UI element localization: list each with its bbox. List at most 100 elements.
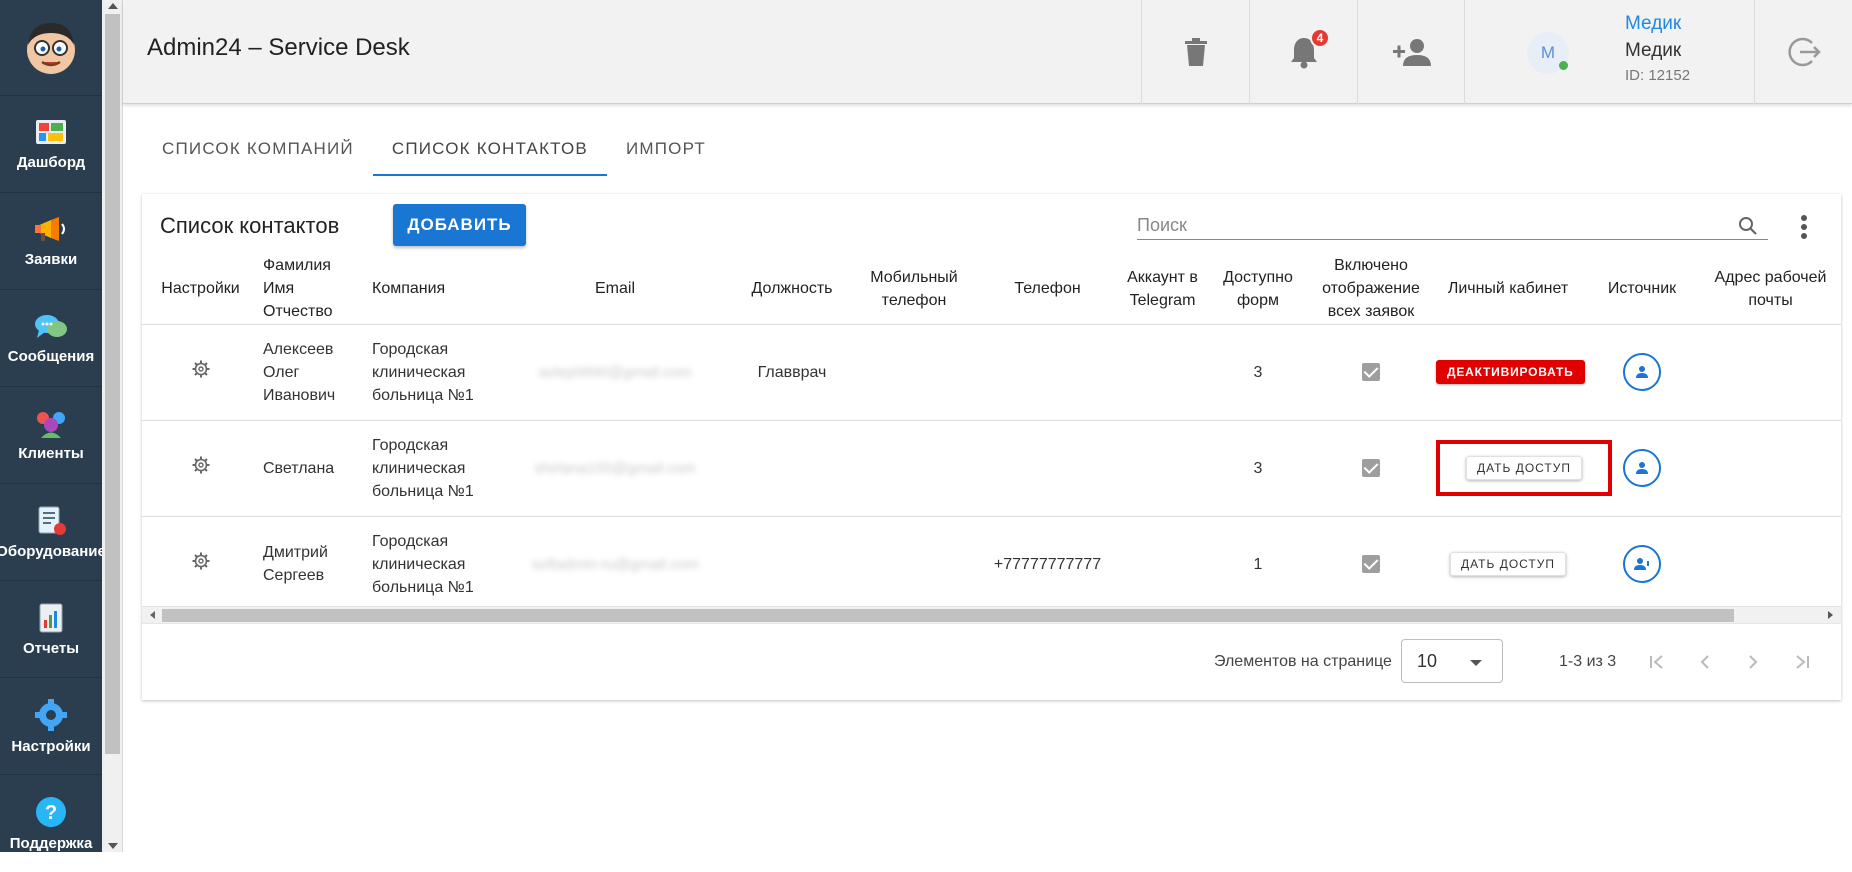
scroll-left-arrow-icon[interactable] <box>150 611 155 619</box>
row-settings-gear-icon[interactable] <box>192 456 210 474</box>
show-all-checkbox[interactable] <box>1362 555 1380 574</box>
clients-icon <box>37 411 65 438</box>
next-page-button[interactable] <box>1739 648 1767 676</box>
horizontal-scroll-thumb[interactable] <box>162 609 1734 622</box>
grant-access-button[interactable]: ДАТЬ ДОСТУП <box>1465 456 1583 480</box>
scroll-down-arrow-icon[interactable] <box>108 843 118 849</box>
scrollbar-thumb[interactable] <box>105 14 120 754</box>
trash-button[interactable] <box>1141 0 1249 104</box>
contact-name: Алексеев Олег Иванович <box>259 324 368 421</box>
notifications-button[interactable]: 4 <box>1249 0 1357 104</box>
trash-icon <box>1184 38 1207 66</box>
tab-import[interactable]: ИМПОРТ <box>607 126 725 176</box>
first-page-button[interactable] <box>1644 648 1672 676</box>
column-header[interactable]: Доступно форм <box>1206 254 1310 325</box>
app-title: Admin24 – Service Desk <box>147 34 410 61</box>
column-header[interactable]: Фамилия Имя Отчество <box>259 254 368 325</box>
grant-access-button[interactable]: ДАТЬ ДОСТУП <box>1449 552 1567 576</box>
highlight-box: ДАТЬ ДОСТУП <box>1436 440 1612 496</box>
column-header[interactable]: Телефон <box>976 254 1119 325</box>
column-header[interactable]: Email <box>498 254 732 325</box>
add-contact-button[interactable]: ДОБАВИТЬ <box>393 204 526 246</box>
contact-position: Главврач <box>732 324 852 421</box>
contact-company: Городская клиническая больница №1 <box>368 516 498 613</box>
table-row[interactable]: Алексеев Олег Иванович Городская клиниче… <box>142 324 1841 421</box>
source-button[interactable] <box>1623 449 1661 487</box>
logout-button[interactable] <box>1754 0 1852 104</box>
scroll-right-arrow-icon[interactable] <box>1828 611 1833 619</box>
sidebar-item-label: Клиенты <box>18 444 84 462</box>
gear-icon <box>35 698 67 731</box>
more-vert-icon[interactable] <box>1800 214 1808 240</box>
column-header[interactable]: Адрес рабочей почты <box>1700 254 1841 325</box>
page-scrollbar[interactable] <box>102 0 123 852</box>
add-user-icon <box>1392 39 1431 66</box>
user-name-link[interactable]: Медик <box>1625 13 1681 35</box>
sidebar-item-reports[interactable]: Отчеты <box>0 581 102 678</box>
chevron-left-icon <box>1700 655 1709 669</box>
items-per-page-select[interactable]: 10 <box>1401 639 1503 683</box>
contacts-card: Список контактов ДОБАВИТЬ Настройки Фами… <box>142 194 1841 700</box>
sidebar-item-label: Поддержка <box>9 835 93 852</box>
add-user-button[interactable] <box>1357 0 1465 104</box>
sidebar-item-settings[interactable]: Настройки <box>0 678 102 775</box>
items-per-page-label: Элементов на странице <box>1214 653 1392 670</box>
sidebar-item-dashboard[interactable]: Дашборд <box>0 96 102 193</box>
work-email-cell <box>1700 324 1841 421</box>
chat-icon <box>35 314 67 338</box>
show-all-checkbox[interactable] <box>1362 363 1380 382</box>
sidebar: Дашборд Заявки Сообщения Клиенты Оборудо… <box>0 0 106 852</box>
column-header[interactable]: Личный кабинет <box>1432 254 1584 325</box>
tab-companies[interactable]: СПИСОК КОМПАНИЙ <box>143 126 373 176</box>
source-button[interactable] <box>1623 353 1661 391</box>
sidebar-item-clients[interactable]: Клиенты <box>0 387 102 484</box>
work-email-cell <box>1700 516 1841 613</box>
show-all-checkbox[interactable] <box>1362 459 1380 478</box>
sidebar-item-messages[interactable]: Сообщения <box>0 290 102 387</box>
search-icon[interactable] <box>1738 216 1758 236</box>
cartoon-face-icon <box>27 22 75 74</box>
items-per-page-value: 10 <box>1417 651 1438 671</box>
sidebar-item-requests[interactable]: Заявки <box>0 193 102 290</box>
contact-email: softadmin-ru@gmail.com <box>531 555 699 573</box>
chevron-right-icon <box>1749 655 1758 669</box>
source-button[interactable] <box>1623 545 1661 583</box>
settings-cell <box>142 420 259 517</box>
row-settings-gear-icon[interactable] <box>192 552 210 570</box>
deactivate-button[interactable]: ДЕАКТИВИРОВАТЬ <box>1436 360 1585 384</box>
table-horizontal-scrollbar[interactable] <box>142 606 1841 623</box>
table-row[interactable]: Дмитрий Сергеев Городская клиническая бо… <box>142 516 1841 613</box>
help-icon: ? <box>36 797 66 827</box>
scroll-up-arrow-icon[interactable] <box>108 3 118 9</box>
contact-telegram <box>1119 420 1206 517</box>
search-input[interactable] <box>1137 212 1727 238</box>
contact-telegram <box>1119 516 1206 613</box>
dropdown-caret-icon <box>1470 660 1482 666</box>
column-header[interactable]: Аккаунт в Telegram <box>1119 254 1206 325</box>
last-page-button[interactable] <box>1787 648 1815 676</box>
column-header[interactable]: Компания <box>368 254 498 325</box>
tab-contacts[interactable]: СПИСОК КОНТАКТОВ <box>372 126 607 176</box>
column-header[interactable]: Настройки <box>142 254 259 325</box>
contact-mobile <box>852 420 976 517</box>
previous-page-button[interactable] <box>1691 648 1719 676</box>
column-header[interactable]: Мобильный телефон <box>852 254 976 325</box>
sidebar-item-label: Настройки <box>11 737 91 755</box>
column-header[interactable]: Включено отображение всех заявок <box>1310 254 1432 325</box>
sidebar-item-support[interactable]: ? Поддержка <box>0 775 102 872</box>
top-header: Admin24 – Service Desk 4 M Медик Медик I… <box>123 0 1852 104</box>
contact-position <box>732 420 852 517</box>
contact-forms: 1 <box>1206 516 1310 613</box>
user-profile[interactable]: M Медик Медик ID: 12152 <box>1464 0 1754 104</box>
contact-company: Городская клиническая больница №1 <box>368 420 498 517</box>
app-logo-avatar[interactable] <box>0 0 102 96</box>
table-row[interactable]: Светлана Городская клиническая больница … <box>142 420 1841 517</box>
contact-name: Дмитрий Сергеев <box>259 516 368 613</box>
contact-email: shirlana155@gmail.com <box>534 459 696 477</box>
megaphone-icon <box>35 216 65 241</box>
column-header[interactable]: Источник <box>1584 254 1700 325</box>
column-header[interactable]: Должность <box>732 254 852 325</box>
sidebar-item-equipment[interactable]: Оборудование <box>0 484 106 581</box>
row-settings-gear-icon[interactable] <box>192 360 210 378</box>
contact-phone <box>976 420 1119 517</box>
